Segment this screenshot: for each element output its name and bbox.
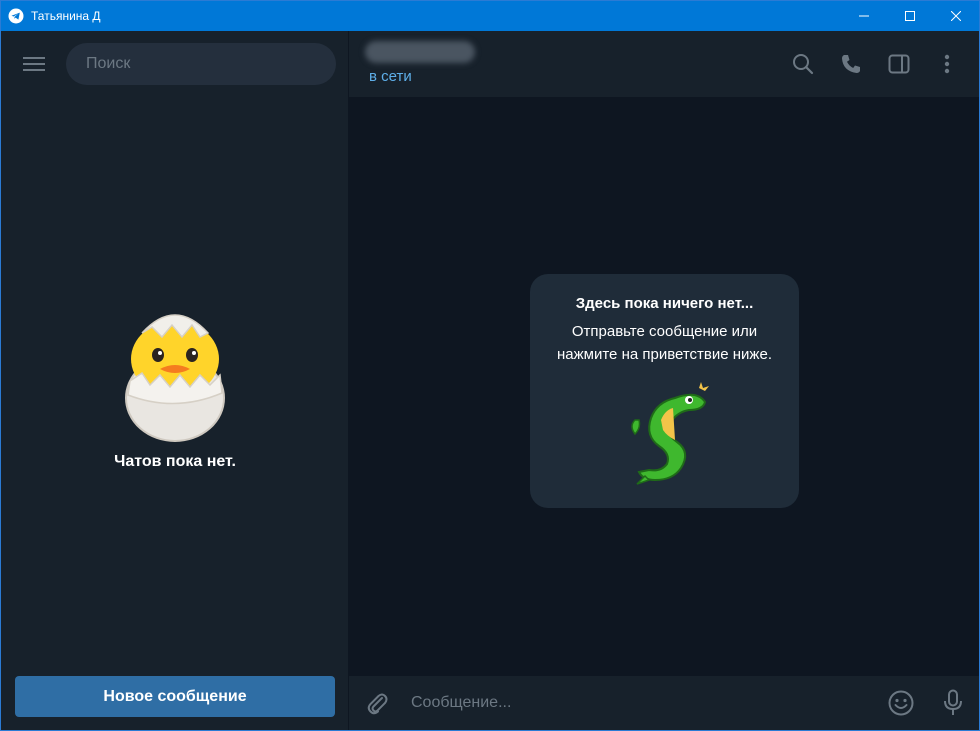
- minimize-icon: [859, 15, 869, 17]
- emoji-button[interactable]: [875, 676, 927, 730]
- call-button[interactable]: [835, 51, 867, 77]
- smile-icon: [888, 690, 914, 716]
- paperclip-icon: [367, 693, 388, 715]
- search-input[interactable]: Поиск: [66, 42, 336, 85]
- app-window: Татьянина Д Поиск Чатов пока нет. Новое …: [0, 0, 980, 731]
- empty-chats-label: Чатов пока нет.: [114, 453, 236, 470]
- attach-button[interactable]: [349, 676, 405, 730]
- empty-chat-title: Здесь пока ничего нет...: [575, 295, 754, 312]
- telegram-icon: [1, 1, 31, 31]
- chat-header[interactable]: в сети: [349, 31, 979, 97]
- hamburger-icon: [23, 56, 45, 71]
- more-vertical-icon: [944, 54, 950, 74]
- empty-chats-state: Чатов пока нет.: [1, 303, 349, 471]
- close-button[interactable]: [933, 1, 979, 31]
- menu-button[interactable]: [21, 51, 47, 77]
- maximize-icon: [905, 11, 915, 21]
- more-button[interactable]: [931, 51, 963, 77]
- greeting-dragon-sticker[interactable]: [615, 380, 715, 490]
- hatching-chick-sticker: [125, 314, 225, 442]
- sidebar-icon: [888, 54, 910, 74]
- minimize-button[interactable]: [841, 1, 887, 31]
- message-input[interactable]: [405, 683, 875, 723]
- contact-name-blurred[interactable]: [365, 41, 475, 63]
- new-message-button[interactable]: Новое сообщение: [15, 676, 335, 717]
- voice-message-button[interactable]: [927, 676, 979, 730]
- title-bar: Татьянина Д: [1, 1, 979, 31]
- empty-chat-card: Здесь пока ничего нет... Отправьте сообщ…: [530, 274, 799, 508]
- close-icon: [951, 11, 961, 21]
- search-placeholder: Поиск: [86, 54, 131, 72]
- contact-status: в сети: [369, 68, 412, 85]
- phone-icon: [842, 55, 860, 73]
- toggle-sidebar-button[interactable]: [883, 51, 915, 77]
- window-title: Татьянина Д: [31, 9, 101, 23]
- microphone-icon: [944, 689, 962, 715]
- message-composer: [349, 676, 979, 730]
- search-chat-button[interactable]: [787, 51, 819, 77]
- search-icon: [793, 54, 814, 75]
- chat-list-panel: Поиск Чатов пока нет. Новое сообщение: [1, 31, 349, 730]
- empty-chat-text: Отправьте сообщение или нажмите на приве…: [557, 323, 772, 363]
- chat-panel: в сети Здесь пока ничего нет... Отправьт…: [349, 31, 979, 730]
- maximize-button[interactable]: [887, 1, 933, 31]
